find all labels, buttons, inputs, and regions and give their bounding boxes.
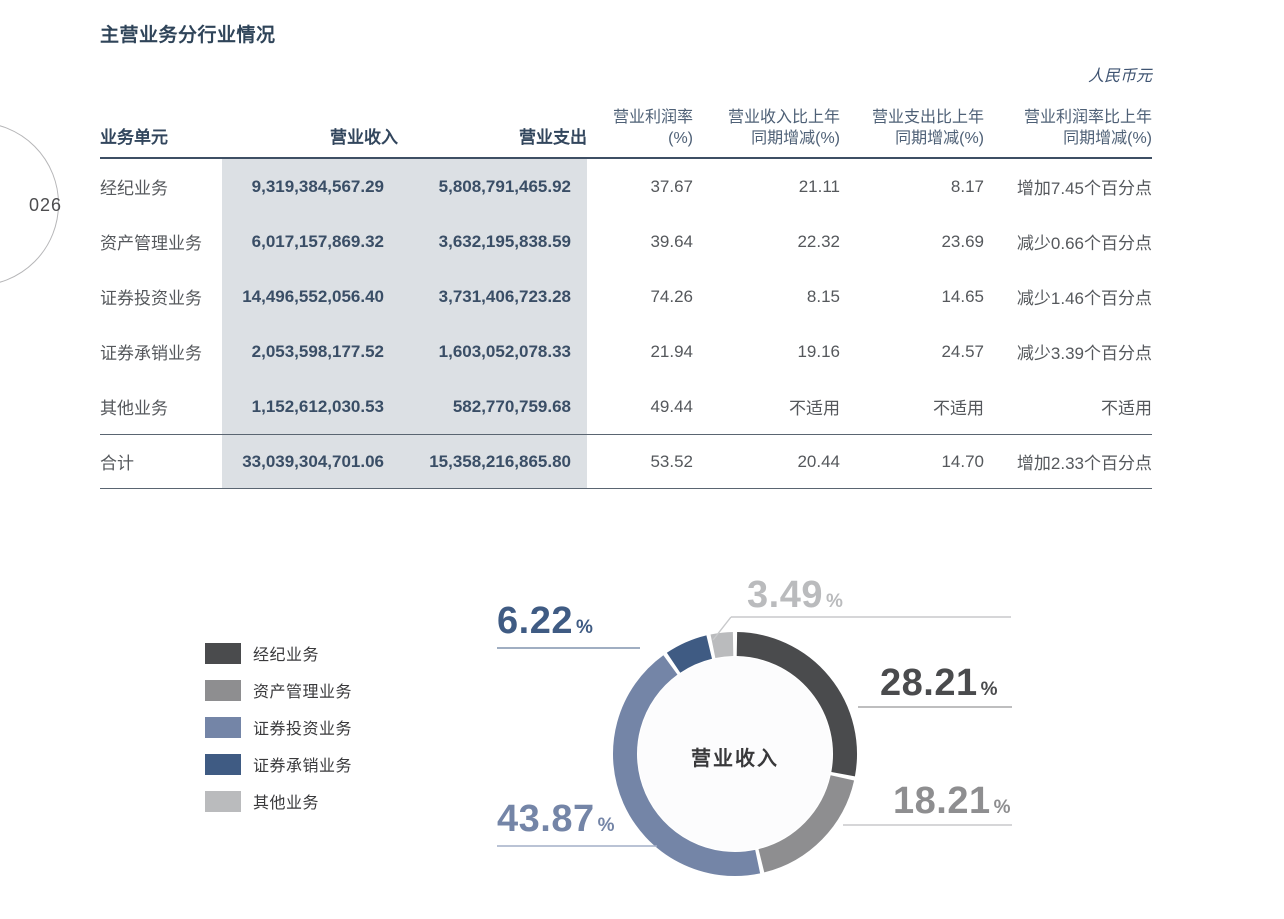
table-cell: 5,808,791,465.92 (398, 159, 587, 214)
table-cell: 增加7.45个百分点 (984, 159, 1152, 214)
section-title: 主营业务分行业情况 (100, 20, 276, 47)
total-cell: 15,358,216,865.80 (398, 435, 587, 488)
table-cell: 21.11 (693, 159, 840, 214)
table-row: 证券承销业务2,053,598,177.521,603,052,078.3321… (100, 324, 1152, 379)
table-cell: 8.15 (693, 269, 840, 324)
header-cell: 营业收入 (222, 95, 398, 157)
percent-value: 6.22 (497, 600, 573, 643)
table-cell: 不适用 (693, 379, 840, 434)
table-cell: 不适用 (984, 379, 1152, 434)
legend-label: 证券投资业务 (253, 715, 352, 739)
header-cell: 营业支出 (398, 95, 587, 157)
percent-value: 18.21 (893, 780, 991, 823)
total-cell: 53.52 (587, 435, 693, 488)
table-cell: 9,319,384,567.29 (222, 159, 398, 214)
legend-swatch (205, 717, 241, 738)
table-cell: 1,152,612,030.53 (222, 379, 398, 434)
legend-label: 资产管理业务 (253, 678, 352, 702)
table-cell: 证券承销业务 (100, 324, 222, 379)
header-cell: 营业支出比上年 同期增减(%) (840, 95, 984, 157)
percent-unit: % (994, 797, 1011, 819)
table-cell: 减少3.39个百分点 (984, 324, 1152, 379)
legend-label: 证券承销业务 (253, 752, 352, 776)
report-page: 026 主营业务分行业情况 人民币元 业务单元营业收入营业支出营业利润率 (%)… (0, 0, 1284, 919)
table-cell: 其他业务 (100, 379, 222, 434)
percent-unit: % (576, 617, 593, 639)
total-cell: 增加2.33个百分点 (984, 435, 1152, 488)
page-number: 026 (29, 195, 62, 216)
table-cell: 证券投资业务 (100, 269, 222, 324)
table-cell: 39.64 (587, 214, 693, 269)
table-row: 资产管理业务6,017,157,869.323,632,195,838.5939… (100, 214, 1152, 269)
legend-item: 经纪业务 (205, 641, 352, 665)
table-cell: 37.67 (587, 159, 693, 214)
currency-unit-note: 人民币元 (1088, 62, 1152, 86)
header-cell: 营业利润率比上年 同期增减(%) (984, 95, 1152, 157)
percent-unit: % (981, 679, 998, 701)
table-cell: 1,603,052,078.33 (398, 324, 587, 379)
percent-unit: % (598, 815, 615, 837)
percent-value: 28.21 (880, 662, 978, 705)
percent-unit: % (826, 591, 843, 613)
table-row: 其他业务1,152,612,030.53582,770,759.6849.44不… (100, 379, 1152, 434)
total-cell: 14.70 (840, 435, 984, 488)
header-cell: 营业收入比上年 同期增减(%) (693, 95, 840, 157)
table-cell: 14,496,552,056.40 (222, 269, 398, 324)
legend-swatch (205, 680, 241, 701)
donut-segment-其他业务 (713, 644, 733, 646)
table-total-row: 合计33,039,304,701.0615,358,216,865.8053.5… (100, 434, 1152, 489)
table-header-row: 业务单元营业收入营业支出营业利润率 (%)营业收入比上年 同期增减(%)营业支出… (100, 95, 1152, 159)
total-cell: 20.44 (693, 435, 840, 488)
percent-value: 43.87 (497, 798, 595, 841)
table-cell: 3,632,195,838.59 (398, 214, 587, 269)
table-cell: 582,770,759.68 (398, 379, 587, 434)
percent-label-证券承销业务: 6.22% (497, 600, 593, 643)
legend-swatch (205, 754, 241, 775)
header-cell: 营业利润率 (%) (587, 95, 693, 157)
table-row: 经纪业务9,319,384,567.295,808,791,465.9237.6… (100, 159, 1152, 214)
legend-label: 经纪业务 (253, 641, 319, 665)
legend-swatch (205, 791, 241, 812)
table-cell: 8.17 (840, 159, 984, 214)
table-cell: 14.65 (840, 269, 984, 324)
table-cell: 21.94 (587, 324, 693, 379)
percent-label-证券投资业务: 43.87% (497, 798, 615, 841)
table-cell: 22.32 (693, 214, 840, 269)
table-cell: 2,053,598,177.52 (222, 324, 398, 379)
table-cell: 经纪业务 (100, 159, 222, 214)
percent-label-经纪业务: 28.21% (880, 662, 998, 705)
percent-label-资产管理业务: 18.21% (893, 780, 1011, 823)
business-segment-table: 业务单元营业收入营业支出营业利润率 (%)营业收入比上年 同期增减(%)营业支出… (100, 95, 1152, 489)
table-cell: 减少0.66个百分点 (984, 214, 1152, 269)
table-cell: 23.69 (840, 214, 984, 269)
table-cell: 资产管理业务 (100, 214, 222, 269)
legend-swatch (205, 643, 241, 664)
chart-legend: 经纪业务资产管理业务证券投资业务证券承销业务其他业务 (205, 641, 352, 826)
legend-item: 资产管理业务 (205, 678, 352, 702)
legend-item: 其他业务 (205, 789, 352, 813)
donut-segment-证券承销业务 (674, 647, 710, 663)
table-cell: 6,017,157,869.32 (222, 214, 398, 269)
table-cell: 49.44 (587, 379, 693, 434)
total-cell: 33,039,304,701.06 (222, 435, 398, 488)
table-cell: 不适用 (840, 379, 984, 434)
donut-center-label: 营业收入 (660, 742, 810, 771)
table-cell: 减少1.46个百分点 (984, 269, 1152, 324)
table-cell: 3,731,406,723.28 (398, 269, 587, 324)
legend-item: 证券承销业务 (205, 752, 352, 776)
legend-label: 其他业务 (253, 789, 319, 813)
header-cell: 业务单元 (100, 95, 222, 157)
table-cell: 74.26 (587, 269, 693, 324)
table-row: 证券投资业务14,496,552,056.403,731,406,723.287… (100, 269, 1152, 324)
table-cell: 19.16 (693, 324, 840, 379)
total-cell: 合计 (100, 435, 222, 488)
percent-value: 3.49 (747, 574, 823, 617)
table-body: 经纪业务9,319,384,567.295,808,791,465.9237.6… (100, 159, 1152, 434)
table-cell: 24.57 (840, 324, 984, 379)
legend-item: 证券投资业务 (205, 715, 352, 739)
percent-label-其他业务: 3.49% (747, 574, 843, 617)
